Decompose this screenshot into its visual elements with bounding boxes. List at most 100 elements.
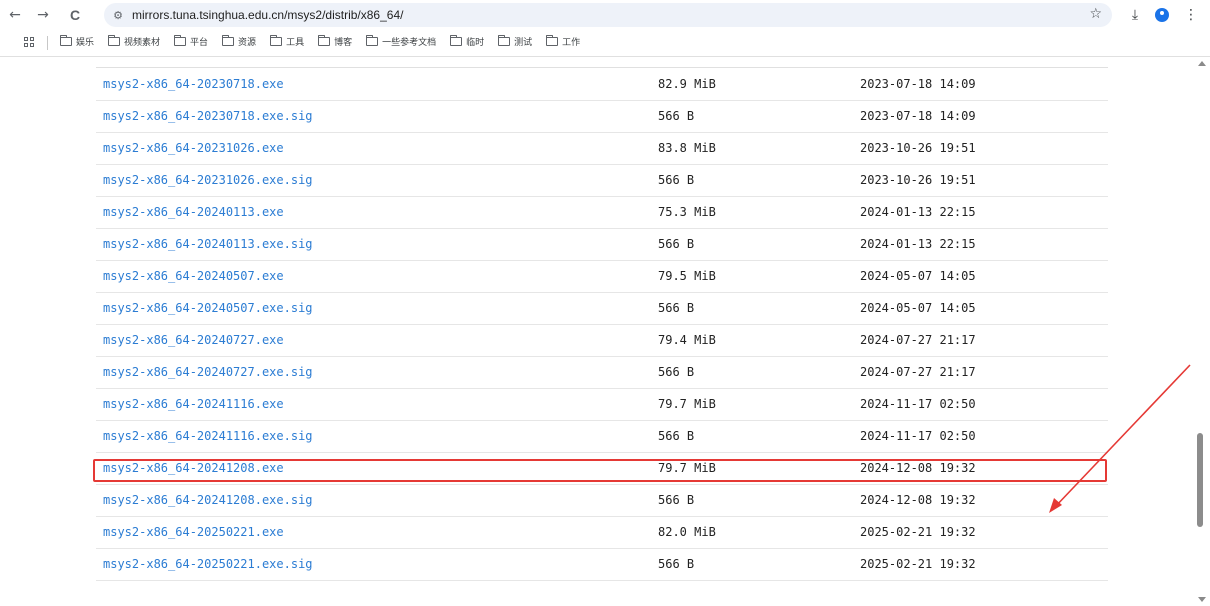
file-name-cell: msys2-x86_64-20241208.exe bbox=[96, 452, 658, 485]
file-size: 82.9 MiB bbox=[658, 68, 860, 101]
file-date: 2024-12-08 19:32 bbox=[860, 484, 1108, 517]
file-link[interactable]: msys2-x86_64-20230718.exe bbox=[103, 77, 284, 91]
table-row: msys2-x86_64-20241208.exe 79.7 MiB 2024-12… bbox=[96, 452, 1108, 485]
file-size: 79.7 MiB bbox=[658, 388, 860, 421]
file-name-cell: msys2-x86_64-20241116.exe.sig bbox=[96, 420, 658, 453]
apps-grid-icon[interactable] bbox=[24, 37, 35, 48]
file-table: msys2-x86_64-20230718.exe 82.9 MiB 2023-07… bbox=[96, 68, 1108, 581]
bookmark-list: 娱乐 视频素材 平台 资源 工具 博客 一些参考文档 临时 测试 工作 bbox=[60, 35, 580, 48]
vertical-scrollbar[interactable] bbox=[1195, 57, 1210, 606]
file-name-cell: msys2-x86_64-20241208.exe.sig bbox=[96, 484, 658, 517]
file-name-cell: msys2-x86_64-20240727.exe.sig bbox=[96, 356, 658, 389]
file-name-cell: msys2-x86_64-20240113.exe bbox=[96, 196, 658, 229]
scroll-down-arrow-icon[interactable] bbox=[1198, 597, 1206, 602]
bookmark-folder[interactable]: 娱乐 bbox=[60, 35, 94, 48]
file-link[interactable]: msys2-x86_64-20231026.exe bbox=[103, 141, 284, 155]
file-link[interactable]: msys2-x86_64-20241116.exe bbox=[103, 397, 284, 411]
file-size: 566 B bbox=[658, 164, 860, 197]
file-date: 2023-07-18 14:09 bbox=[860, 100, 1108, 133]
bookmarks-divider bbox=[47, 36, 48, 50]
file-size: 566 B bbox=[658, 420, 860, 453]
file-link[interactable]: msys2-x86_64-20241116.exe.sig bbox=[103, 429, 313, 443]
file-size: 79.7 MiB bbox=[658, 452, 860, 485]
table-row: msys2-x86_64-20250221.exe 82.0 MiB 2025-02… bbox=[96, 516, 1108, 549]
table-row: msys2-x86_64-20240727.exe 79.4 MiB 2024-07… bbox=[96, 324, 1108, 357]
file-size: 79.5 MiB bbox=[658, 260, 860, 293]
file-link[interactable]: msys2-x86_64-20240113.exe bbox=[103, 205, 284, 219]
file-date: 2023-10-26 19:51 bbox=[860, 164, 1108, 197]
table-row: msys2-x86_64-20240727.exe.sig 566 B 2024-0… bbox=[96, 356, 1108, 389]
file-size: 566 B bbox=[658, 548, 860, 581]
site-info-icon[interactable]: ⚙ bbox=[110, 7, 126, 23]
file-name-cell: msys2-x86_64-20241116.exe bbox=[96, 388, 658, 421]
file-name-cell: msys2-x86_64-20230718.exe.sig bbox=[96, 100, 658, 133]
bookmark-folder[interactable]: 一些参考文档 bbox=[366, 35, 436, 48]
bookmark-folder[interactable]: 临时 bbox=[450, 35, 484, 48]
bookmark-folder[interactable]: 工作 bbox=[546, 35, 580, 48]
table-row: msys2-x86_64-20230718.exe.sig 566 B 2023-0… bbox=[96, 100, 1108, 133]
bookmark-label: 工具 bbox=[286, 37, 305, 47]
file-name-cell: msys2-x86_64-20250221.exe bbox=[96, 516, 658, 549]
file-size: 566 B bbox=[658, 484, 860, 517]
download-icon[interactable]: ⤓ bbox=[1124, 4, 1146, 26]
file-link[interactable]: msys2-x86_64-20240113.exe.sig bbox=[103, 237, 313, 251]
file-name-cell: msys2-x86_64-20231026.exe bbox=[96, 132, 658, 165]
file-date: 2023-07-18 14:09 bbox=[860, 68, 1108, 101]
file-date: 2024-07-27 21:17 bbox=[860, 324, 1108, 357]
file-link[interactable]: msys2-x86_64-20231026.exe.sig bbox=[103, 173, 313, 187]
bookmark-folder[interactable]: 平台 bbox=[174, 35, 208, 48]
file-size: 82.0 MiB bbox=[658, 516, 860, 549]
bookmark-star-icon[interactable]: ☆ bbox=[1089, 6, 1102, 22]
browser-toolbar: ← → C ⚙ mirrors.tuna.tsinghua.edu.cn/msy… bbox=[0, 0, 1210, 30]
address-bar[interactable]: ⚙ mirrors.tuna.tsinghua.edu.cn/msys2/dis… bbox=[104, 3, 1112, 27]
menu-icon[interactable]: ⋮ bbox=[1180, 4, 1202, 26]
file-size: 566 B bbox=[658, 228, 860, 261]
file-link[interactable]: msys2-x86_64-20240507.exe.sig bbox=[103, 301, 313, 315]
folder-icon bbox=[450, 35, 463, 46]
file-link[interactable]: msys2-x86_64-20250221.exe bbox=[103, 525, 284, 539]
file-link[interactable]: msys2-x86_64-20241208.exe.sig bbox=[103, 493, 313, 507]
file-link[interactable]: msys2-x86_64-20240727.exe bbox=[103, 333, 284, 347]
bookmark-label: 一些参考文档 bbox=[382, 37, 437, 47]
file-date: 2024-01-13 22:15 bbox=[860, 196, 1108, 229]
back-icon[interactable]: ← bbox=[4, 4, 26, 26]
bookmark-folder[interactable]: 资源 bbox=[222, 35, 256, 48]
directory-listing: msys2-x86_64-20230718.exe 82.9 MiB 2023-07… bbox=[0, 57, 1195, 606]
file-name-cell: msys2-x86_64-20240727.exe bbox=[96, 324, 658, 357]
profile-avatar-icon[interactable] bbox=[1155, 8, 1169, 22]
scrollbar-thumb[interactable] bbox=[1197, 433, 1203, 527]
table-row: msys2-x86_64-20241208.exe.sig 566 B 2024-1… bbox=[96, 484, 1108, 517]
folder-icon bbox=[270, 35, 283, 46]
table-row: msys2-x86_64-20230718.exe 82.9 MiB 2023-07… bbox=[96, 68, 1108, 101]
file-size: 79.4 MiB bbox=[658, 324, 860, 357]
file-size: 566 B bbox=[658, 292, 860, 325]
file-link[interactable]: msys2-x86_64-20250221.exe.sig bbox=[103, 557, 313, 571]
table-row: msys2-x86_64-20231026.exe 83.8 MiB 2023-10… bbox=[96, 132, 1108, 165]
file-link[interactable]: msys2-x86_64-20230718.exe.sig bbox=[103, 109, 313, 123]
bookmark-folder[interactable]: 工具 bbox=[270, 35, 304, 48]
table-row: msys2-x86_64-20231026.exe.sig 566 B 2023-1… bbox=[96, 164, 1108, 197]
bookmark-folder[interactable]: 博客 bbox=[318, 35, 352, 48]
folder-icon bbox=[60, 35, 72, 46]
bookmark-label: 测试 bbox=[514, 37, 533, 47]
folder-icon bbox=[546, 35, 559, 46]
scroll-up-arrow-icon[interactable] bbox=[1198, 61, 1206, 66]
bookmark-label: 视频素材 bbox=[124, 37, 161, 47]
folder-icon bbox=[498, 35, 511, 46]
url-text[interactable]: mirrors.tuna.tsinghua.edu.cn/msys2/distr… bbox=[132, 8, 403, 22]
file-link[interactable]: msys2-x86_64-20240507.exe bbox=[103, 269, 284, 283]
file-size: 566 B bbox=[658, 100, 860, 133]
file-size: 75.3 MiB bbox=[658, 196, 860, 229]
reload-icon[interactable]: C bbox=[64, 4, 86, 26]
table-row: msys2-x86_64-20240507.exe.sig 566 B 2024-0… bbox=[96, 292, 1108, 325]
bookmark-folder[interactable]: 视频素材 bbox=[108, 35, 160, 48]
file-date: 2024-05-07 14:05 bbox=[860, 292, 1108, 325]
bookmark-folder[interactable]: 测试 bbox=[498, 35, 532, 48]
forward-icon[interactable]: → bbox=[32, 4, 54, 26]
file-link[interactable]: msys2-x86_64-20241208.exe bbox=[103, 461, 284, 475]
file-link[interactable]: msys2-x86_64-20240727.exe.sig bbox=[103, 365, 313, 379]
table-row: msys2-x86_64-20241116.exe 79.7 MiB 2024-11… bbox=[96, 388, 1108, 421]
folder-icon bbox=[222, 35, 235, 46]
file-name-cell: msys2-x86_64-20250221.exe.sig bbox=[96, 548, 658, 581]
file-name-cell: msys2-x86_64-20240113.exe.sig bbox=[96, 228, 658, 261]
